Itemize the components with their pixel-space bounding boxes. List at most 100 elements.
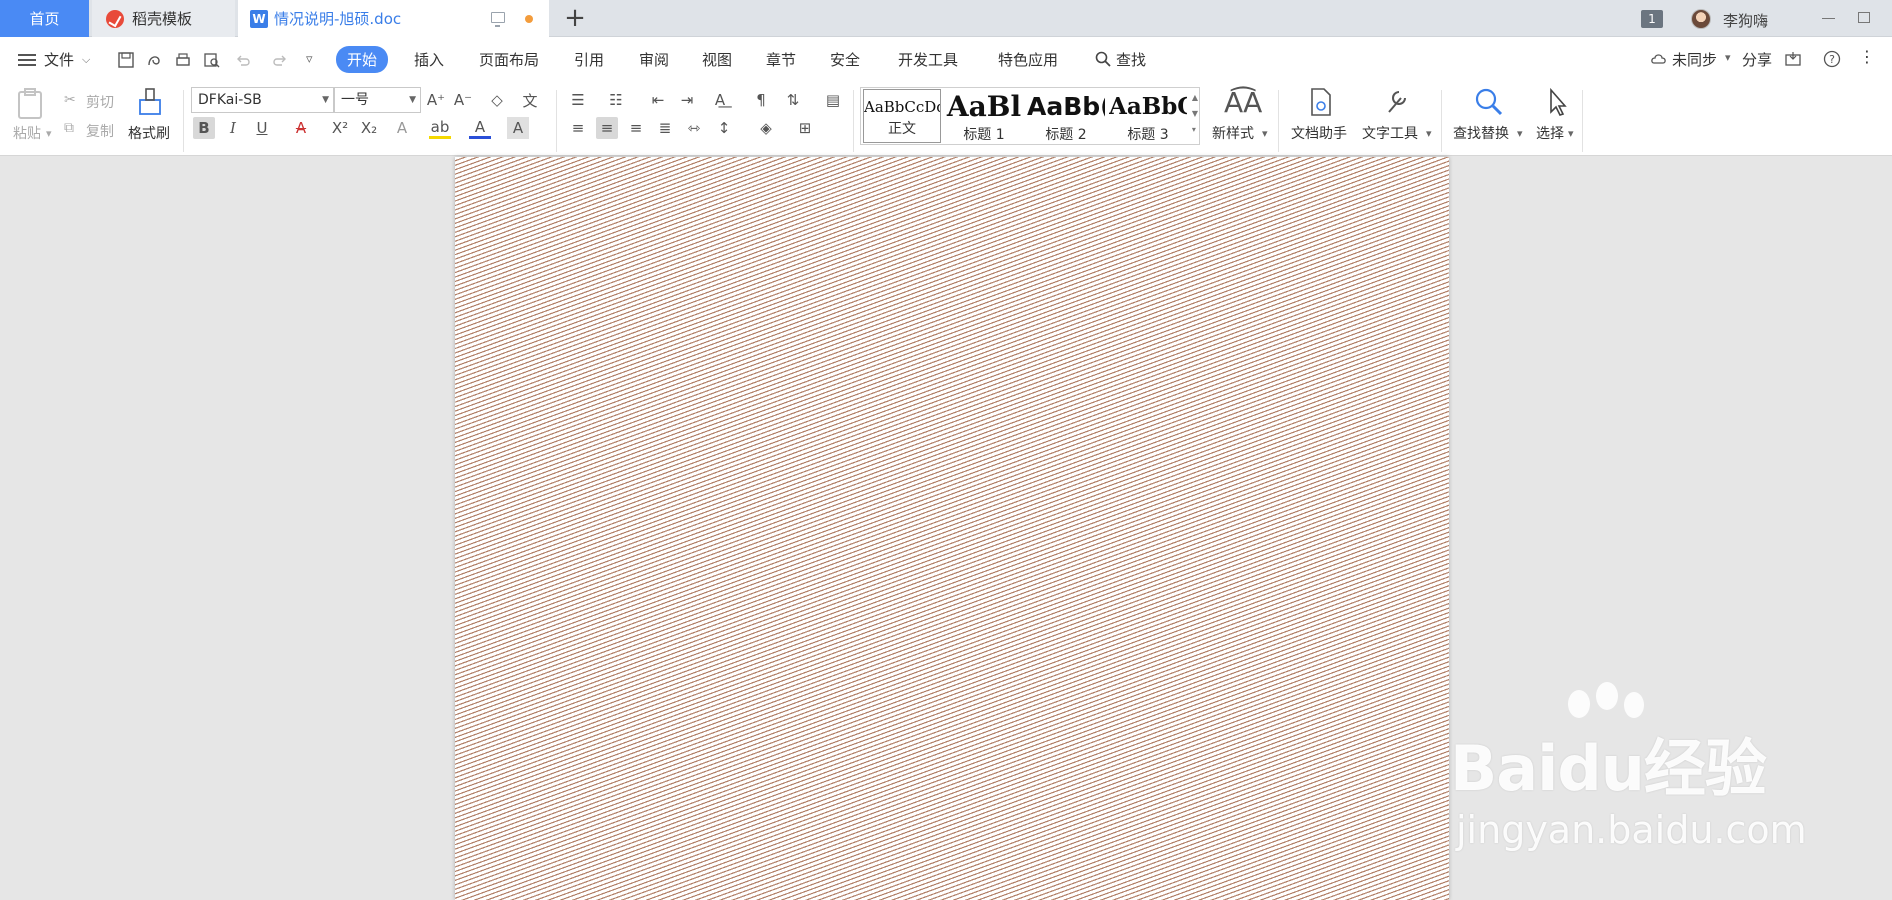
cloud-sync-icon[interactable] [1650, 50, 1668, 68]
select-cursor-icon[interactable] [1542, 86, 1572, 118]
justify-icon[interactable]: ≣ [654, 117, 676, 139]
save-icon[interactable] [117, 51, 135, 69]
chevron-down-icon[interactable]: ⌵ [82, 53, 90, 67]
increase-indent-icon[interactable]: ⇥ [676, 89, 698, 111]
style-heading-2[interactable]: AaBb( 标题 2 [1027, 92, 1105, 148]
avatar[interactable] [1691, 9, 1711, 29]
menu-review[interactable]: 审阅 [639, 49, 669, 70]
menu-insert[interactable]: 插入 [414, 49, 444, 70]
char-shading-button[interactable]: A [507, 117, 529, 139]
document-page[interactable] [455, 157, 1449, 900]
menu-file[interactable]: 文件 [44, 49, 74, 70]
monitor-icon[interactable] [491, 12, 505, 27]
shrink-font-icon[interactable]: A⁻ [452, 89, 474, 111]
cut-button[interactable]: 剪切 [86, 92, 114, 112]
font-name-select[interactable]: DFKai-SB ▼ [191, 87, 334, 113]
paste-button[interactable]: 粘贴 [13, 123, 41, 143]
menu-view[interactable]: 视图 [702, 49, 732, 70]
new-style-button[interactable]: 新样式 [1212, 123, 1254, 143]
paste-chevron-icon[interactable]: ▾ [46, 127, 52, 140]
new-style-icon[interactable]: A͡A [1224, 86, 1262, 119]
text-effects-button[interactable]: A [391, 117, 413, 139]
line-spacing-icon[interactable]: ↕ [713, 117, 735, 139]
output-pdf-icon[interactable] [145, 51, 163, 69]
hamburger-menu-icon[interactable] [18, 54, 36, 66]
restore-window-icon[interactable] [1858, 12, 1870, 23]
copy-button[interactable]: 复制 [86, 121, 114, 141]
tab-home[interactable]: 首页 [0, 0, 89, 37]
show-marks-icon[interactable]: ¶ [750, 89, 772, 111]
doc-assistant-icon[interactable] [1306, 86, 1336, 118]
bullet-list-icon[interactable]: ☰ [567, 89, 589, 111]
search-icon[interactable] [1094, 50, 1112, 68]
subscript-button[interactable]: X₂ [358, 117, 380, 139]
text-tools-chevron-icon[interactable]: ▾ [1426, 127, 1432, 140]
cut-icon[interactable]: ✂ [64, 92, 76, 108]
menu-chapter[interactable]: 章节 [766, 49, 796, 70]
font-color-button[interactable]: A [469, 117, 491, 139]
borders-panel-icon[interactable]: ▤ [822, 89, 844, 111]
italic-button[interactable]: I [222, 117, 244, 139]
paste-icon[interactable] [14, 88, 48, 120]
align-center-icon[interactable]: ≡ [596, 117, 618, 139]
font-size-select[interactable]: 一号 ▼ [334, 87, 421, 113]
clear-format-icon[interactable]: ◇ [486, 89, 508, 111]
customize-toolbar-icon[interactable]: ▿ [306, 52, 313, 67]
highlight-button[interactable]: ab [429, 117, 451, 139]
copy-icon[interactable]: ⧉ [64, 120, 74, 136]
menu-developer[interactable]: 开发工具 [898, 49, 958, 70]
pinyin-guide-icon[interactable]: 文 [519, 89, 541, 111]
find-replace-chevron-icon[interactable]: ▾ [1517, 127, 1523, 140]
sync-status[interactable]: 未同步 [1672, 49, 1717, 70]
find-replace-button[interactable]: 查找替换 [1453, 123, 1509, 143]
print-icon[interactable] [174, 51, 192, 69]
style-heading-1[interactable]: AaBl 标题 1 [945, 92, 1023, 148]
share-button[interactable]: 分享 [1742, 49, 1772, 70]
shading-fill-icon[interactable]: ◈ [755, 117, 777, 139]
numbered-list-icon[interactable]: ☷ [605, 89, 627, 111]
username-label[interactable]: 李狗嗨 [1723, 10, 1768, 31]
help-icon[interactable]: ? [1823, 50, 1841, 68]
styles-scroll-icon[interactable]: ▲ ▼ ▾ [1192, 90, 1198, 138]
tab-daoke-templates[interactable]: 稻壳模板 [92, 0, 235, 37]
distribute-icon[interactable]: ⇿ [683, 117, 705, 139]
find-replace-icon[interactable] [1473, 86, 1505, 118]
doc-assistant-button[interactable]: 文档助手 [1291, 123, 1347, 143]
chinese-layout-icon[interactable]: A͟ [709, 89, 731, 111]
sort-icon[interactable]: ⇅ [782, 89, 804, 111]
more-options-icon[interactable]: ⋮ [1859, 47, 1875, 66]
menu-find[interactable]: 查找 [1116, 49, 1146, 70]
menu-page-layout[interactable]: 页面布局 [479, 49, 539, 70]
select-button[interactable]: 选择 [1536, 123, 1564, 143]
collaborate-icon[interactable] [1784, 50, 1802, 68]
grow-font-icon[interactable]: A⁺ [425, 89, 447, 111]
bold-button[interactable]: B [193, 117, 215, 139]
superscript-button[interactable]: X² [329, 117, 351, 139]
style-normal[interactable]: AaBbCcDd 正文 [863, 89, 941, 143]
format-painter-icon[interactable] [135, 86, 165, 118]
align-left-icon[interactable]: ≡ [567, 117, 589, 139]
minimize-icon[interactable] [1822, 18, 1835, 19]
decrease-indent-icon[interactable]: ⇤ [647, 89, 669, 111]
notification-count-badge[interactable]: 1 [1641, 10, 1663, 28]
strikethrough-button[interactable]: A [290, 117, 312, 139]
style-heading-3[interactable]: AaBbC 标题 3 [1109, 92, 1187, 148]
text-tools-button[interactable]: 文字工具 [1362, 123, 1418, 143]
menu-special-apps[interactable]: 特色应用 [998, 49, 1058, 70]
sync-chevron-icon[interactable]: ▾ [1725, 51, 1731, 64]
menu-references[interactable]: 引用 [574, 49, 604, 70]
undo-icon[interactable] [234, 51, 252, 69]
underline-button[interactable]: U [251, 117, 273, 139]
tab-document[interactable]: W 情况说明-旭硕.doc [238, 0, 549, 37]
menu-start[interactable]: 开始 [336, 46, 389, 73]
wrench-icon[interactable] [1381, 86, 1411, 118]
menu-security[interactable]: 安全 [830, 49, 860, 70]
print-preview-icon[interactable] [203, 51, 221, 69]
borders-icon[interactable]: ⊞ [794, 117, 816, 139]
new-tab-button[interactable]: + [560, 4, 590, 34]
select-chevron-icon[interactable]: ▾ [1568, 127, 1574, 140]
redo-icon[interactable] [271, 51, 289, 69]
new-style-chevron-icon[interactable]: ▾ [1262, 127, 1268, 140]
align-right-icon[interactable]: ≡ [625, 117, 647, 139]
format-painter-button[interactable]: 格式刷 [128, 123, 170, 143]
